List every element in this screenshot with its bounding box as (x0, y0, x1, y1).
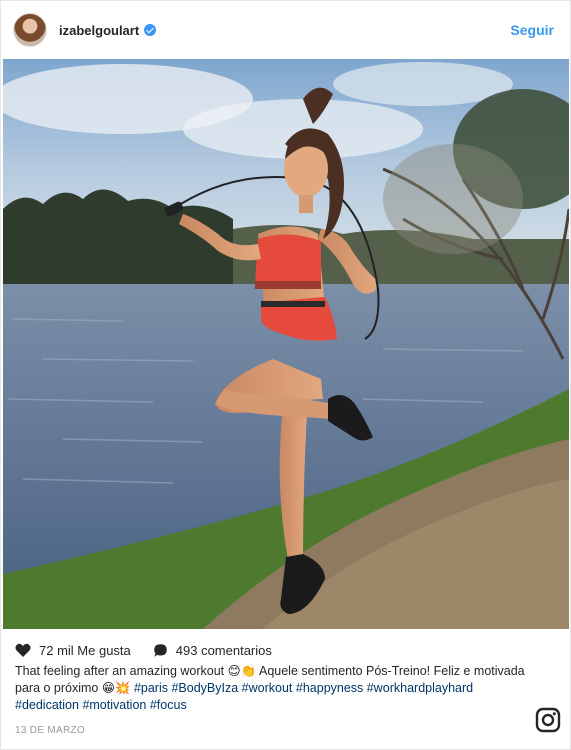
post-footer: 72 mil Me gusta 493 comentarios That fee… (1, 629, 570, 749)
instagram-embed-card: izabelgoulart Seguir 72 mil Me gusta 493… (0, 0, 571, 750)
engagement-row: 72 mil Me gusta 493 comentarios (15, 641, 272, 659)
hashtag[interactable]: #paris (134, 681, 168, 695)
post-caption: That feeling after an amazing workout 😊👏… (15, 663, 535, 714)
hashtag[interactable]: #BodyByIza (171, 681, 238, 695)
post-photo[interactable] (3, 59, 569, 629)
hashtag[interactable]: #motivation (82, 698, 146, 712)
verified-badge-icon (144, 24, 157, 36)
hashtag[interactable]: #focus (150, 698, 187, 712)
hashtag[interactable]: #workout (242, 681, 293, 695)
avatar[interactable] (13, 13, 47, 47)
heart-icon[interactable] (15, 643, 31, 657)
likes-count[interactable]: 72 mil Me gusta (39, 643, 131, 658)
comment-icon[interactable] (153, 643, 168, 658)
follow-button[interactable]: Seguir (510, 22, 554, 38)
instagram-logo-icon[interactable] (535, 707, 561, 733)
username[interactable]: izabelgoulart (59, 23, 139, 38)
comments-count[interactable]: 493 comentarios (176, 643, 272, 658)
post-date: 13 DE MARZO (15, 725, 85, 736)
hashtag[interactable]: #dedication (15, 698, 79, 712)
hashtag[interactable]: #happyness (296, 681, 363, 695)
post-header: izabelgoulart Seguir (1, 1, 570, 59)
hashtag[interactable]: #workhardplayhard (367, 681, 473, 695)
